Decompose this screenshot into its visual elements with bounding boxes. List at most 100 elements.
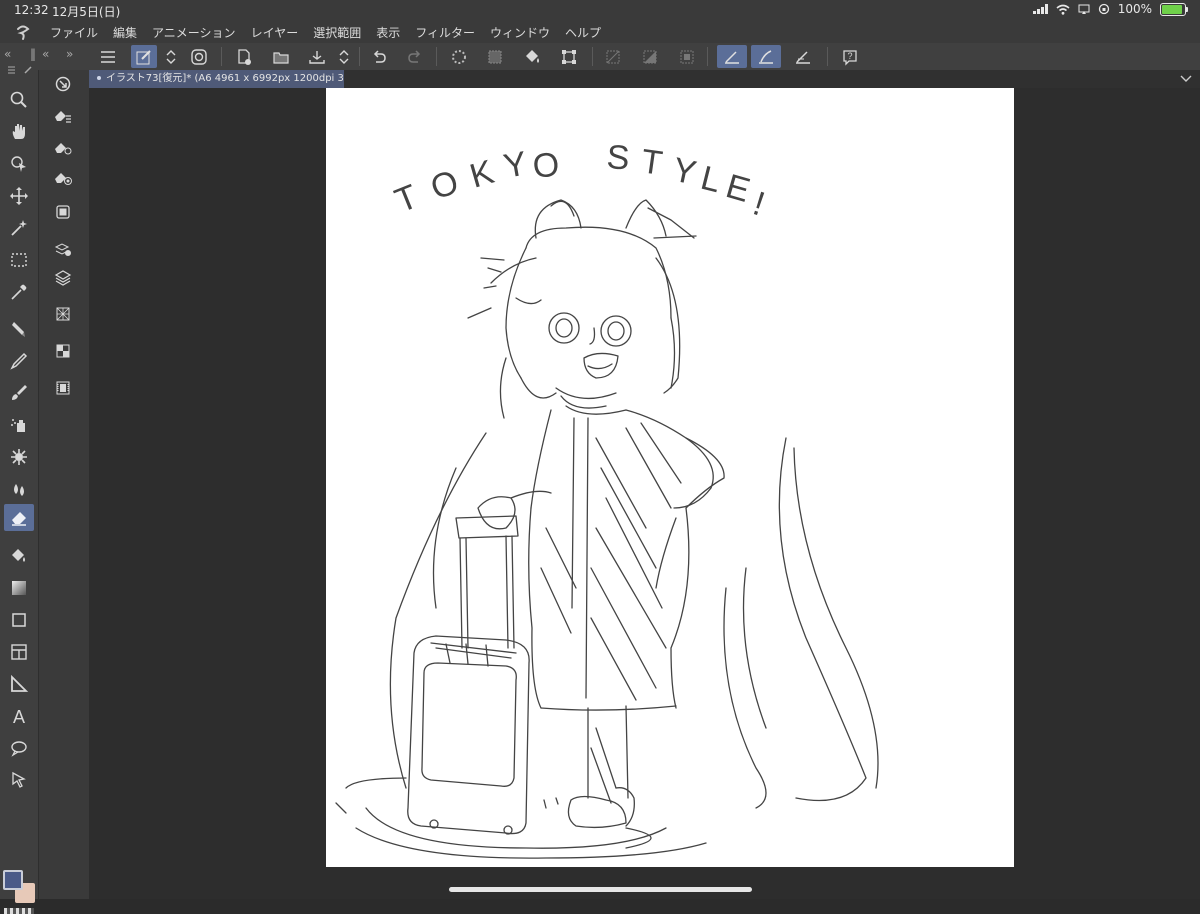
separator [592, 47, 593, 66]
move-layer-icon[interactable] [4, 182, 34, 209]
layer-stack-icon[interactable] [47, 264, 79, 292]
frame-border-icon[interactable] [4, 638, 34, 665]
main-color-swatch[interactable] [3, 870, 23, 890]
snap-grid-icon[interactable] [790, 45, 816, 68]
menu-help[interactable]: ヘルプ [565, 24, 601, 41]
snap-special-ruler-icon[interactable] [751, 45, 781, 68]
menu-file[interactable]: ファイル [50, 24, 98, 41]
menu-items: ファイル 編集 アニメーション レイヤー 選択範囲 表示 フィルター ウィンドウ… [50, 24, 601, 41]
companion-mode-icon[interactable] [186, 45, 212, 68]
document-tab-title: イラスト73[復元]* (A6 4961 x 6992px 1200dpi 31… [106, 73, 344, 84]
layer-eraser-icon[interactable] [47, 235, 79, 263]
screen-mirroring-icon [1078, 4, 1090, 14]
redo-icon[interactable] [402, 45, 428, 68]
menu-filter[interactable]: フィルター [415, 24, 475, 41]
ruler-icon[interactable] [4, 670, 34, 697]
figure-icon[interactable] [4, 606, 34, 633]
tab-dot-icon [97, 76, 101, 80]
document-tab[interactable]: イラスト73[復元]* (A6 4961 x 6992px 1200dpi 31… [89, 70, 344, 88]
fill-tool-icon[interactable] [4, 542, 34, 569]
deselect-icon[interactable] [600, 45, 626, 68]
canvas-letter: Y [669, 151, 699, 193]
command-bar: « ‖ « » ? [0, 43, 1200, 71]
text-icon[interactable]: A [4, 702, 34, 729]
snap-ruler-icon[interactable] [717, 45, 747, 68]
grip-icon[interactable]: ‖ [30, 47, 36, 61]
separator [707, 47, 708, 66]
sub-tool-palette [39, 70, 90, 899]
save-stepper-icon[interactable] [333, 45, 355, 68]
expand-right-icon[interactable]: » [66, 47, 73, 61]
collapse-left-icon[interactable]: « [4, 47, 11, 61]
airbrush-icon[interactable] [4, 411, 34, 438]
erase-all-layers-icon[interactable] [47, 198, 79, 226]
canvas-letter: T [390, 177, 424, 220]
balloon-icon[interactable] [4, 734, 34, 761]
drawing-canvas[interactable]: T O K Y O S T Y L E ! [326, 88, 1014, 867]
pencil-icon[interactable] [4, 347, 34, 374]
collapse-sub-icon[interactable]: « [42, 47, 49, 61]
menu-hamburger-icon[interactable] [95, 45, 121, 68]
canvas-letter: O [531, 145, 561, 186]
eyedropper-icon[interactable] [4, 278, 34, 305]
pen-icon[interactable] [4, 315, 34, 342]
app-logo-icon[interactable] [14, 23, 32, 41]
status-bar: 12:32 12月5日(日) 100% [0, 0, 1200, 20]
stepper-icon[interactable] [160, 45, 182, 68]
sub-tool-menu-icon[interactable] [47, 70, 79, 98]
gradient-icon[interactable] [4, 574, 34, 601]
menu-window[interactable]: ウィンドウ [490, 24, 550, 41]
menu-selection[interactable]: 選択範囲 [313, 24, 361, 41]
loading-spinner-icon[interactable] [446, 45, 472, 68]
transform-icon[interactable] [556, 45, 582, 68]
blend-icon[interactable] [4, 475, 34, 502]
hand-icon[interactable] [4, 118, 34, 145]
cellular-signal-icon [1032, 4, 1048, 14]
save-icon[interactable] [304, 45, 330, 68]
separator [359, 47, 360, 66]
sub-tool-film-icon[interactable] [47, 374, 79, 402]
open-folder-icon[interactable] [268, 45, 294, 68]
decoration-icon[interactable] [4, 443, 34, 470]
palette-header-icon[interactable] [4, 63, 34, 77]
sub-tool-pattern-icon[interactable] [47, 300, 79, 328]
separator [827, 47, 828, 66]
battery-percent: 100% [1117, 2, 1152, 16]
transparent-color-swatch[interactable] [4, 908, 34, 914]
fill-icon[interactable] [519, 45, 545, 68]
object-select-icon[interactable] [4, 150, 34, 177]
canvas-letter: S [605, 138, 630, 177]
soft-eraser-icon[interactable] [47, 134, 79, 162]
brush-icon[interactable] [4, 379, 34, 406]
svg-text:?: ? [847, 51, 852, 61]
auto-select-icon[interactable] [4, 214, 34, 241]
svg-text:A: A [13, 707, 25, 726]
hard-eraser-icon[interactable] [47, 102, 79, 130]
zoom-icon[interactable] [4, 86, 34, 113]
status-right: 100% [1032, 2, 1188, 16]
new-file-icon[interactable] [231, 45, 257, 68]
vector-eraser-icon[interactable] [47, 164, 79, 192]
canvas-letter: Y [501, 145, 530, 186]
marquee-select-icon[interactable] [4, 246, 34, 273]
menu-view[interactable]: 表示 [376, 24, 400, 41]
menu-edit[interactable]: 編集 [113, 24, 137, 41]
canvas-workspace[interactable]: T O K Y O S T Y L E ! [89, 88, 1200, 899]
battery-icon [1160, 2, 1188, 16]
undo-icon[interactable] [366, 45, 392, 68]
sub-tool-grid-icon[interactable] [47, 337, 79, 365]
selection-border-icon[interactable] [674, 45, 700, 68]
chevron-down-icon[interactable] [1180, 71, 1192, 85]
invert-selection-icon[interactable] [637, 45, 663, 68]
tool-palette: A [0, 66, 39, 914]
correct-line-icon[interactable] [4, 766, 34, 793]
orientation-lock-icon [1098, 3, 1109, 15]
edit-layer-icon[interactable] [131, 45, 157, 68]
status-date: 12月5日(日) [52, 5, 121, 19]
home-indicator[interactable] [449, 887, 752, 892]
help-icon[interactable]: ? [837, 45, 863, 68]
clear-layer-icon[interactable] [482, 45, 508, 68]
menu-layer[interactable]: レイヤー [251, 24, 299, 41]
eraser-icon[interactable] [4, 504, 34, 531]
menu-animation[interactable]: アニメーション [152, 24, 236, 41]
